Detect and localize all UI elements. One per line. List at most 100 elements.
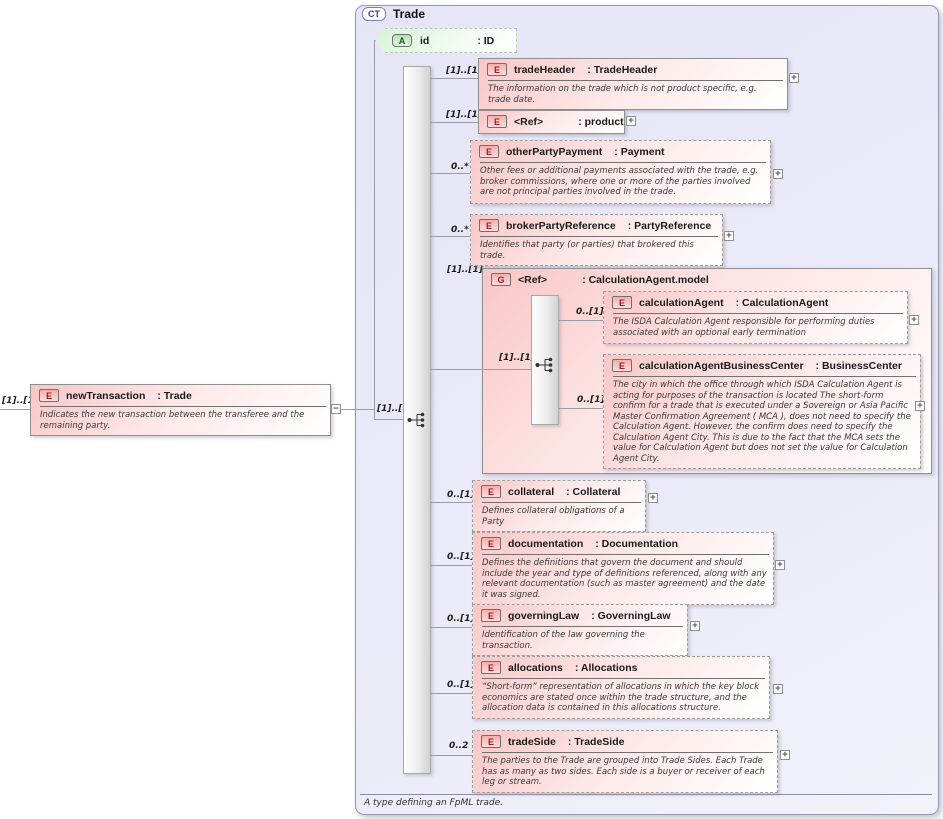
- expand-icon[interactable]: +: [789, 73, 799, 83]
- element-title: E otherPartyPayment : Payment: [471, 141, 770, 160]
- connector-line: [559, 320, 603, 321]
- element-name: newTransaction: [66, 390, 145, 402]
- element-description: Defines the definitions that govern the …: [473, 555, 773, 604]
- element-governingLaw[interactable]: E governingLaw : GoverningLaw Identifica…: [472, 604, 688, 656]
- element-title: E governingLaw : GoverningLaw: [473, 605, 687, 624]
- element-calculationAgentBusinessCenter[interactable]: E calculationAgentBusinessCenter : Busin…: [603, 354, 921, 469]
- group-title: G <Ref> : CalculationAgent.model: [483, 269, 931, 288]
- element-title: E calculationAgentBusinessCenter : Busin…: [604, 355, 920, 374]
- element-description: The city in which the office through whi…: [604, 377, 920, 468]
- element-name: documentation: [508, 538, 583, 550]
- complex-type-header: CT Trade: [362, 7, 425, 21]
- group-name: <Ref>: [518, 274, 547, 286]
- element-name: brokerPartyReference: [506, 220, 616, 232]
- cardinality-label: 0..[1]: [577, 395, 605, 405]
- expand-icon[interactable]: +: [915, 401, 925, 411]
- element-name: otherPartyPayment: [506, 146, 602, 158]
- xsd-diagram-canvas: CT Trade A id : ID [1]..[1] E newTransac…: [0, 0, 943, 819]
- cardinality-label: 0..[1]: [447, 490, 475, 500]
- expand-icon[interactable]: +: [690, 621, 700, 631]
- connector-line: [431, 693, 472, 694]
- cardinality-label: [1]..[1]: [499, 353, 535, 363]
- element-documentation[interactable]: E documentation : Documentation Defines …: [472, 532, 774, 605]
- expand-icon[interactable]: +: [724, 231, 734, 241]
- collapse-icon[interactable]: −: [331, 404, 341, 414]
- complex-type-title: Trade: [393, 7, 425, 21]
- group-icon: G: [491, 273, 511, 286]
- cardinality-label: 0..*: [451, 162, 469, 172]
- cardinality-label: 0..2: [449, 741, 468, 751]
- element-tradeSide[interactable]: E tradeSide : TradeSide The parties to t…: [472, 730, 778, 793]
- element-description: The parties to the Trade are grouped int…: [473, 753, 777, 792]
- element-icon: E: [481, 537, 501, 550]
- element-name: governingLaw: [508, 610, 579, 622]
- element-icon: E: [39, 389, 59, 402]
- element-name: tradeHeader: [514, 64, 575, 76]
- element-description: Other fees or additional payments associ…: [471, 163, 770, 202]
- element-description: Defines collateral obligations of a Part…: [473, 503, 645, 531]
- element-name: collateral: [508, 486, 554, 498]
- element-type: : Allocations: [575, 662, 638, 674]
- expand-icon[interactable]: +: [780, 750, 790, 760]
- connector-line: [431, 369, 531, 370]
- element-icon: E: [479, 145, 499, 158]
- element-icon: E: [487, 115, 507, 128]
- element-title: E allocations : Allocations: [473, 657, 769, 676]
- cardinality-label: 0..[1]: [447, 614, 475, 624]
- element-brokerPartyReference[interactable]: E brokerPartyReference : PartyReference …: [470, 214, 723, 266]
- element-type: : GoverningLaw: [591, 610, 670, 622]
- element-icon: E: [612, 296, 632, 309]
- element-type: : PartyReference: [628, 220, 711, 232]
- element-otherPartyPayment[interactable]: E otherPartyPayment : Payment Other fees…: [470, 140, 771, 204]
- expand-icon[interactable]: +: [773, 684, 783, 694]
- expand-icon[interactable]: +: [773, 169, 783, 179]
- connector-line: [431, 78, 478, 79]
- connector-line: [431, 122, 478, 123]
- element-title: E tradeSide : TradeSide: [473, 731, 777, 750]
- element-allocations[interactable]: E allocations : Allocations “Short-form”…: [472, 656, 770, 719]
- element-description: Identifies that party (or parties) that …: [471, 237, 722, 265]
- element-name: allocations: [508, 662, 563, 674]
- sequence-icon: [534, 356, 556, 374]
- attribute-type: : ID: [477, 35, 494, 47]
- connector-line: [431, 502, 472, 503]
- element-name: tradeSide: [508, 736, 556, 748]
- element-product[interactable]: E <Ref> : product: [478, 110, 625, 134]
- element-name: calculationAgentBusinessCenter: [639, 360, 804, 372]
- connector-line: [431, 173, 470, 174]
- element-title: E newTransaction : Trade: [31, 385, 330, 404]
- element-tradeHeader[interactable]: E tradeHeader : TradeHeader The informat…: [478, 58, 788, 110]
- expand-icon[interactable]: +: [775, 560, 785, 570]
- attribute-id[interactable]: A id : ID: [375, 28, 517, 53]
- element-icon: E: [481, 485, 501, 498]
- cardinality-label: 0..[1]: [576, 307, 604, 317]
- element-description: The information on the trade which is no…: [479, 81, 787, 109]
- cardinality-label: 0..*: [451, 225, 469, 235]
- complex-type-icon: CT: [362, 7, 386, 21]
- element-newTransaction[interactable]: E newTransaction : Trade Indicates the n…: [30, 384, 331, 436]
- expand-icon[interactable]: +: [626, 116, 636, 126]
- element-title: E brokerPartyReference : PartyReference: [471, 215, 722, 234]
- attribute-name: id: [420, 35, 429, 47]
- connector-line: [374, 419, 404, 420]
- element-description: “Short-form” representation of allocatio…: [473, 679, 769, 718]
- element-type: : Payment: [614, 146, 664, 158]
- expand-icon[interactable]: +: [648, 493, 658, 503]
- cardinality-label: 0..[1]: [447, 552, 475, 562]
- element-icon: E: [479, 219, 499, 232]
- element-icon: E: [481, 609, 501, 622]
- element-title: E collateral : Collateral: [473, 481, 645, 500]
- element-description: Indicates the new transaction between th…: [31, 407, 330, 435]
- element-collateral[interactable]: E collateral : Collateral Defines collat…: [472, 480, 646, 532]
- element-type: : TradeHeader: [587, 64, 657, 76]
- element-title: E documentation : Documentation: [473, 533, 773, 552]
- cardinality-label: [1]..[1]: [446, 110, 482, 120]
- element-type: : product: [578, 116, 624, 128]
- element-icon: E: [481, 661, 501, 674]
- expand-icon[interactable]: +: [909, 315, 919, 325]
- element-type: : Documentation: [595, 538, 678, 550]
- element-type: : CalculationAgent: [736, 297, 829, 309]
- element-calculationAgent[interactable]: E calculationAgent : CalculationAgent Th…: [603, 291, 908, 344]
- group-type: : CalculationAgent.model: [582, 274, 709, 286]
- element-description: Identification of the law governing the …: [473, 627, 687, 655]
